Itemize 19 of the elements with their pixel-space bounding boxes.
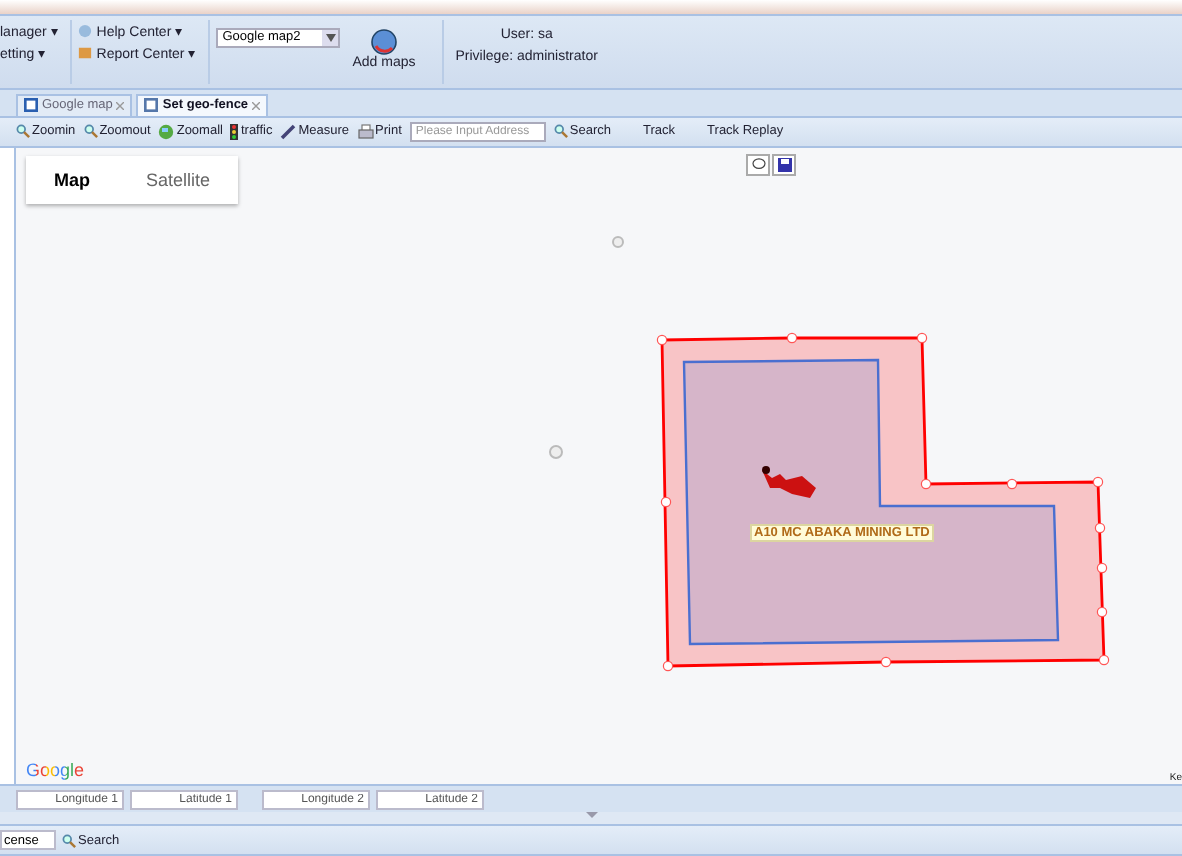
search-icon xyxy=(553,124,568,139)
marker-icon xyxy=(549,444,563,459)
traffic-light-icon xyxy=(230,123,239,140)
pen-icon xyxy=(280,123,297,140)
magnifier-icon xyxy=(83,124,98,139)
save-button[interactable] xyxy=(772,153,796,176)
printer-icon xyxy=(357,123,374,140)
magnifier-icon xyxy=(16,124,30,139)
map-type-button[interactable]: Satellite xyxy=(118,155,239,204)
map-logo: Google xyxy=(26,759,85,780)
close-icon[interactable] xyxy=(116,101,125,110)
draw-shape-button[interactable] xyxy=(746,153,770,176)
globe-icon xyxy=(158,123,175,140)
close-icon[interactable] xyxy=(252,101,261,110)
marker-icon xyxy=(612,235,624,248)
search-icon xyxy=(62,833,76,848)
map-type-button[interactable]: Map xyxy=(26,155,118,204)
globe-icon xyxy=(369,27,398,56)
caret-icon xyxy=(325,33,336,42)
